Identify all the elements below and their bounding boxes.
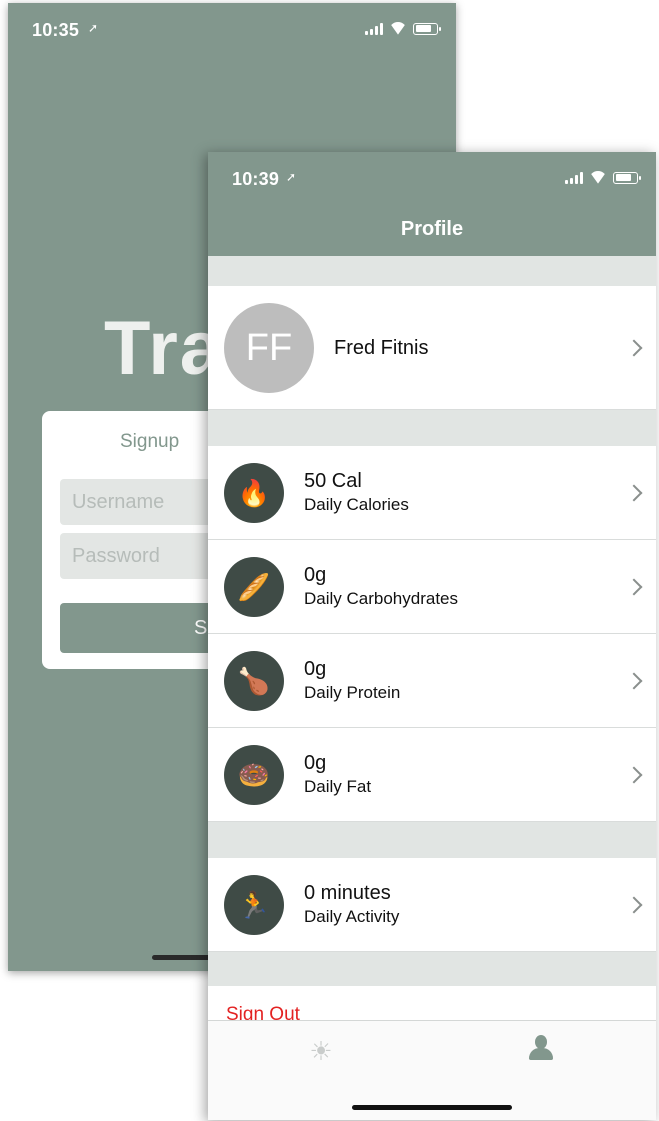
- sun-icon[interactable]: ☀: [306, 1036, 336, 1066]
- chevron-right-icon: [625, 484, 643, 501]
- stat-label: Daily Carbohydrates: [304, 589, 459, 608]
- home-indicator: [352, 1105, 512, 1110]
- signal-icon: [365, 22, 383, 35]
- runner-icon: 🏃: [224, 875, 284, 935]
- chevron-right-icon: [625, 578, 643, 595]
- status-time: 10:39: [232, 169, 280, 189]
- chevron-right-icon: [625, 766, 643, 783]
- location-arrow-icon: ➚: [88, 21, 99, 35]
- tab-bar: ☀: [208, 1020, 656, 1120]
- status-time: 10:35: [32, 20, 80, 40]
- page-title: Profile: [400, 218, 464, 240]
- stat-row-calories[interactable]: 🔥 50 Cal Daily Calories: [208, 446, 656, 540]
- stat-label: Daily Fat: [304, 777, 372, 796]
- stat-label: Daily Protein: [304, 683, 401, 702]
- nav-bar: 10:39 ➚ Profile: [208, 152, 656, 256]
- person-icon[interactable]: [526, 1035, 556, 1065]
- user-profile-row[interactable]: FF Fred Fitnis: [208, 286, 656, 410]
- battery-icon: [413, 22, 441, 35]
- stat-value: 0 minutes: [304, 882, 391, 904]
- stat-row-carbohydrates[interactable]: 🥖 0g Daily Carbohydrates: [208, 540, 656, 634]
- stat-value: 50 Cal: [304, 470, 362, 492]
- stat-value: 0g: [304, 564, 327, 586]
- signal-icon: [565, 171, 583, 184]
- chevron-right-icon: [625, 339, 643, 356]
- chevron-right-icon: [625, 672, 643, 689]
- section-separator: [208, 822, 656, 858]
- app-brand-title: Tra: [104, 306, 225, 391]
- status-icons: [365, 22, 441, 35]
- wifi-icon: [589, 171, 607, 184]
- section-separator: [208, 256, 656, 286]
- section-separator: [208, 952, 656, 986]
- poultry-leg-icon: 🍗: [224, 651, 284, 711]
- fire-icon: 🔥: [224, 463, 284, 523]
- status-icons: [565, 171, 641, 184]
- stat-value: 0g: [304, 752, 327, 774]
- stat-row-fat[interactable]: 🍩 0g Daily Fat: [208, 728, 656, 822]
- stat-row-protein[interactable]: 🍗 0g Daily Protein: [208, 634, 656, 728]
- chevron-right-icon: [625, 896, 643, 913]
- profile-screen: 10:39 ➚ Profile FF Fred Fitnis 🔥 50 Cal …: [208, 152, 656, 1120]
- avatar: FF: [224, 303, 314, 393]
- section-separator: [208, 410, 656, 446]
- status-bar: 10:39 ➚: [208, 152, 656, 202]
- status-bar: 10:35 ➚: [8, 3, 456, 53]
- bread-icon: 🥖: [224, 557, 284, 617]
- stat-row-activity[interactable]: 🏃 0 minutes Daily Activity: [208, 858, 656, 952]
- doughnut-icon: 🍩: [224, 745, 284, 805]
- stat-value: 0g: [304, 658, 327, 680]
- stat-label: Daily Activity: [304, 907, 400, 926]
- stat-label: Daily Calories: [304, 495, 409, 514]
- wifi-icon: [389, 22, 407, 35]
- battery-icon: [613, 171, 641, 184]
- signup-title: Signup: [120, 431, 180, 452]
- location-arrow-icon: ➚: [286, 170, 297, 184]
- user-name: Fred Fitnis: [334, 337, 429, 359]
